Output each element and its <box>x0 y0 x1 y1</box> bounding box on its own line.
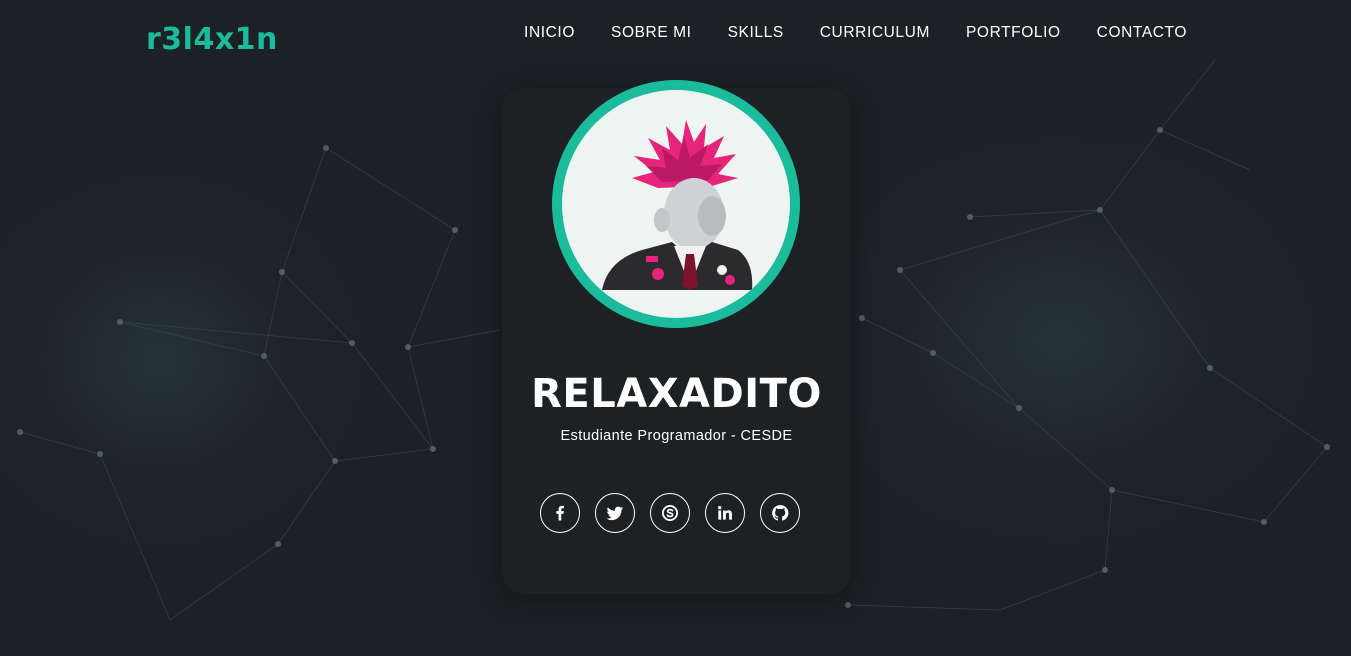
nav-item-contacto[interactable]: CONTACTO <box>1097 22 1187 44</box>
nav-item-sobre-mi[interactable]: SOBRE MI <box>611 22 692 44</box>
twitter-link[interactable] <box>595 493 635 533</box>
profile-subtitle: Estudiante Programador - CESDE <box>560 428 793 444</box>
nav-item-inicio[interactable]: INICIO <box>524 22 575 44</box>
linkedin-link[interactable] <box>705 493 745 533</box>
nav-item-curriculum[interactable]: CURRICULUM <box>820 22 930 44</box>
main-nav: INICIO SOBRE MI SKILLS CURRICULUM PORTFO… <box>524 22 1187 44</box>
profile-avatar <box>552 80 800 328</box>
profile-name: RELAXADITO <box>531 371 822 417</box>
social-links <box>540 493 800 533</box>
linkedin-icon <box>718 506 732 520</box>
facebook-icon <box>556 505 564 521</box>
github-icon <box>772 505 789 521</box>
nav-item-portfolio[interactable]: PORTFOLIO <box>966 22 1061 44</box>
site-header: r3l4x1n INICIO SOBRE MI SKILLS CURRICULU… <box>0 0 1351 66</box>
skype-icon <box>662 505 678 521</box>
site-logo[interactable]: r3l4x1n <box>146 22 278 58</box>
github-link[interactable] <box>760 493 800 533</box>
twitter-icon <box>606 506 624 521</box>
facebook-link[interactable] <box>540 493 580 533</box>
punk-mohawk-portrait-icon <box>602 120 753 290</box>
nav-item-skills[interactable]: SKILLS <box>728 22 784 44</box>
skype-link[interactable] <box>650 493 690 533</box>
